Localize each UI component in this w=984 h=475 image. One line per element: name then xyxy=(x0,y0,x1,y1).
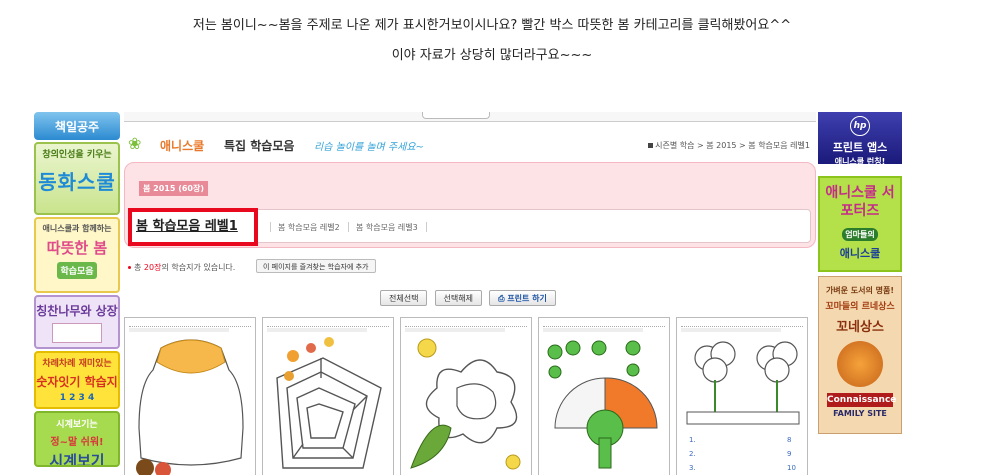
printer-icon: ⎙ xyxy=(498,294,508,303)
svg-text:3.: 3. xyxy=(689,464,696,472)
worksheet-maze-illustration xyxy=(276,337,382,469)
count-suffix: 의 학습지가 있습니다. xyxy=(161,263,236,272)
banner-tag: 학습모음 xyxy=(57,262,97,279)
home-icon xyxy=(648,143,654,148)
hp-logo-icon: hp xyxy=(850,116,870,136)
family-site-label: FAMILY SITE xyxy=(833,409,887,418)
thumb-subheader xyxy=(681,328,781,332)
banner-tag: 엄마들의 xyxy=(842,228,878,241)
breadcrumb-text[interactable]: 시즌별 학습 > 봄 2015 > 봄 학습모음 레벨1 xyxy=(655,141,810,150)
banner-sub: 가벼운 도서의 명품! xyxy=(825,286,895,295)
page-header: ❀ 애니스쿨 특집 학습모음 리습 놀이를 놀며 주세요~ 시즌별 학습 > 봄… xyxy=(124,130,816,160)
select-all-button[interactable]: 전체선택 xyxy=(380,290,428,306)
banner-connect-dots[interactable]: 차례차례 재미있는 숫자잇기 학습지 1 2 3 4 xyxy=(34,351,120,409)
banner-title: 시계보기 xyxy=(49,452,105,467)
post-caption-line1: 저는 봄이니~~봄을 주제로 나온 제가 표시한거보이시나요? 빨간 박스 따뜻… xyxy=(192,18,792,33)
thumb-subheader xyxy=(267,328,367,332)
count-value: 20장 xyxy=(143,263,162,272)
worksheet-chick-maze-illustration xyxy=(410,338,521,470)
thumb-header xyxy=(129,321,251,327)
thumb-subheader xyxy=(543,328,643,332)
worksheet-bag-illustration xyxy=(136,339,244,475)
banner-title: 숫자잇기 학습지 xyxy=(36,375,118,389)
section-label: 봄 2015 (60장) xyxy=(139,181,209,196)
banner-fairytale-school[interactable]: 창의인성을 키우는 동화스쿨 xyxy=(34,142,120,215)
svg-text:2.: 2. xyxy=(689,450,696,458)
banner-praise-tree[interactable]: 칭찬나무와 상장 xyxy=(34,295,120,349)
action-buttons: 전체선택 선택해제 ⎙ 프린트 하기 xyxy=(380,286,558,306)
banner-title: 프린트 앱스 xyxy=(832,141,888,154)
breadcrumb: 시즌별 학습 > 봄 2015 > 봄 학습모음 레벨1 xyxy=(648,140,810,151)
banner-sub: 애니스쿨과 함께하는 xyxy=(42,224,112,233)
thumb-header xyxy=(543,321,665,327)
worksheet-frog-wheel-illustration xyxy=(547,340,658,469)
banner-title: 애니스쿨 서포터즈 xyxy=(825,185,895,219)
banner-warm-spring[interactable]: 애니스쿨과 함께하는 따뜻한 봄 학습모음 xyxy=(34,217,120,293)
bullet-icon xyxy=(128,266,131,269)
banner-sub: 애니스쿨 xyxy=(839,247,881,260)
svg-text:10: 10 xyxy=(787,464,796,472)
top-bar xyxy=(124,112,816,122)
banner-sub: 시계보기는 xyxy=(56,420,98,430)
banner-sub: 창의인성을 키우는 xyxy=(42,150,112,160)
main-content: ❀ 애니스쿨 특집 학습모음 리습 놀이를 놀며 주세요~ 시즌별 학습 > 봄… xyxy=(124,112,816,475)
leaf-icon: ❀ xyxy=(128,134,142,153)
thumb-subheader xyxy=(405,328,505,332)
tab-divider xyxy=(348,222,349,232)
worksheet-count: 총 20장의 학습지가 있습니다. xyxy=(128,262,235,273)
thumb-header xyxy=(267,321,389,327)
banner-mid: 정~말 쉬워! xyxy=(50,437,104,448)
svg-text:1.: 1. xyxy=(689,436,696,444)
tab-level3[interactable]: 봄 학습모음 레벨3 xyxy=(356,222,418,233)
banner-title: 따뜻한 봄 xyxy=(46,239,108,257)
page-title: 특집 학습모음 xyxy=(224,139,295,153)
banner-print-apps[interactable]: hp 프린트 앱스 애니스쿨 런칭! xyxy=(818,112,902,164)
thumb-header xyxy=(405,321,527,327)
worksheet-thumbnail[interactable] xyxy=(124,317,256,475)
worksheet-thumbnail[interactable] xyxy=(400,317,532,475)
tab-divider xyxy=(270,222,271,232)
worksheet-thumbnail[interactable] xyxy=(538,317,670,475)
mascot-figure-icon xyxy=(837,341,883,387)
svg-text:9: 9 xyxy=(787,450,791,458)
banner-book-princess[interactable]: 책일공주 xyxy=(34,112,120,140)
thumb-subheader xyxy=(129,328,229,332)
banner-title: 칭찬나무와 상장 xyxy=(36,304,118,318)
print-label: 프린트 하기 xyxy=(507,294,547,303)
tab-divider xyxy=(426,222,427,232)
thumb-header xyxy=(681,321,803,327)
post-caption-line2: 이야 자료가 상당히 많더라구요~~~ xyxy=(391,48,593,63)
worksheet-thumbnail[interactable]: 1. 2. 3. 8 9 10 xyxy=(676,317,808,475)
print-button[interactable]: ⎙ 프린트 하기 xyxy=(489,290,556,306)
screenshot-capture: 책일공주 창의인성을 키우는 동화스쿨 애니스쿨과 함께하는 따뜻한 봄 학습모… xyxy=(30,112,906,475)
banner-title: 꼬네상스 xyxy=(836,320,884,335)
banner-sub: 차례차례 재미있는 xyxy=(42,359,112,369)
banner-numbers: 1 2 3 4 xyxy=(59,393,95,403)
banner-connaissance[interactable]: 가벼운 도서의 명품! 꼬마들의 르네상스 꼬네상스 Connaissance … xyxy=(818,276,902,434)
certificate-icon xyxy=(52,323,102,343)
banner-supporters[interactable]: 애니스쿨 서포터즈 엄마들의 애니스쿨 xyxy=(818,176,902,272)
connaissance-logo: Connaissance xyxy=(827,393,897,407)
brand-name: 애니스쿨 xyxy=(160,139,205,153)
highlight-red-box xyxy=(128,208,258,246)
banner-mid: 꼬마들의 르네상스 xyxy=(825,302,895,312)
top-tab-handle[interactable] xyxy=(422,112,490,119)
favorite-label: 이 페이지를 즐겨찾는 학습자에 추가 xyxy=(263,263,369,271)
worksheet-flower-count-illustration: 1. 2. 3. 8 9 10 xyxy=(686,341,800,472)
banner-title: 동화스쿨 xyxy=(38,170,116,194)
banner-label: 책일공주 xyxy=(54,120,100,134)
deselect-button[interactable]: 선택해제 xyxy=(434,290,482,306)
add-favorite-button[interactable]: 이 페이지를 즐겨찾는 학습자에 추가 xyxy=(256,259,376,273)
banner-sub: 애니스쿨 런칭! xyxy=(834,157,886,164)
worksheet-thumbnail[interactable] xyxy=(262,317,394,475)
tab-level2[interactable]: 봄 학습모음 레벨2 xyxy=(278,222,340,233)
banner-clock-reading[interactable]: 시계보기는 정~말 쉬워! 시계보기 xyxy=(34,411,120,467)
svg-text:8: 8 xyxy=(787,436,791,444)
count-prefix: 총 xyxy=(134,263,142,272)
page-slogan: 리습 놀이를 놀며 주세요~ xyxy=(314,142,424,153)
